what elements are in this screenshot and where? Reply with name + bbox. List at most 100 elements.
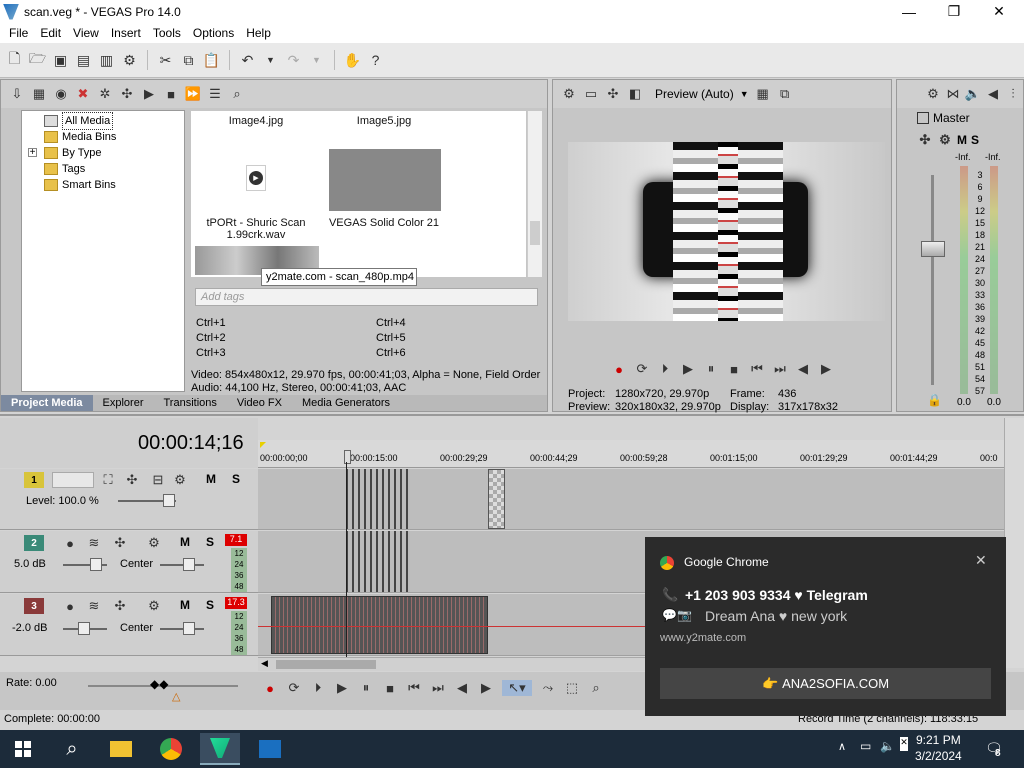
zoom-tool-icon[interactable]: ⌕ <box>588 680 604 696</box>
invert-phase-icon[interactable]: ≋ <box>86 598 102 614</box>
overlays-icon[interactable]: ◧ <box>627 86 643 102</box>
go-to-start-icon[interactable]: ⏮ <box>749 361 765 377</box>
get-media-web-icon[interactable]: ◉ <box>53 86 69 102</box>
paste-icon[interactable]: 📋 <box>203 52 220 69</box>
menu-view[interactable]: View <box>67 26 105 40</box>
chrome-notification[interactable]: Google Chrome ✕ 📞 +1 203 903 9334 ♥ Tele… <box>645 537 1006 716</box>
tab-project-media[interactable]: Project Media <box>1 395 93 411</box>
open-folder-icon[interactable]: 🗁 <box>29 50 46 69</box>
grid-icon[interactable]: ▦ <box>755 86 771 102</box>
search-icon[interactable]: ⌕ <box>229 86 245 102</box>
timeline-ruler[interactable]: 00:00:00;00 00:00:15:00 00:00:29;29 00:0… <box>258 440 1004 468</box>
network-icon[interactable]: ▭ <box>860 739 871 753</box>
show-hidden-icons-icon[interactable]: ∧ <box>838 740 846 753</box>
mixer-properties-icon[interactable]: ⚙ <box>925 86 941 102</box>
mixer-eq-icon[interactable]: ⫶ <box>1005 86 1021 102</box>
master-solo-button[interactable]: S <box>971 133 979 147</box>
menu-edit[interactable]: Edit <box>34 26 67 40</box>
track-1-lane[interactable] <box>258 469 1004 530</box>
next-frame-icon[interactable]: ▶ <box>818 361 834 377</box>
previous-frame-icon[interactable]: ◀ <box>454 680 470 696</box>
solid-color-thumbnail[interactable] <box>329 149 441 211</box>
rate-slider-handle[interactable]: ◆◆ <box>150 677 168 691</box>
chrome-taskbar-icon[interactable] <box>151 733 191 765</box>
go-to-end-icon[interactable]: ⏭ <box>772 361 788 377</box>
scroll-thumb[interactable] <box>276 660 376 669</box>
file-explorer-icon[interactable] <box>101 733 141 765</box>
tree-by-type[interactable]: By Type <box>44 145 184 161</box>
minimize-button[interactable]: — <box>886 0 932 23</box>
menu-options[interactable]: Options <box>187 26 240 40</box>
pause-icon[interactable]: ⏸ <box>703 361 719 377</box>
audio-event-clip[interactable] <box>346 531 410 592</box>
power-icon[interactable]: ✕ <box>900 737 908 751</box>
volume-icon[interactable]: 🔈 <box>880 739 895 753</box>
volume-slider-handle[interactable] <box>90 558 102 571</box>
compositing-icon[interactable]: ✣ <box>124 472 140 488</box>
master-pan-icon[interactable]: ✣ <box>917 132 933 148</box>
track-fx-icon[interactable]: ⚙ <box>146 598 162 614</box>
whats-this-help-icon[interactable]: ? <box>367 52 384 69</box>
track-pan-icon[interactable]: ✣ <box>112 535 128 551</box>
audio-waveform-clip[interactable] <box>271 596 488 654</box>
track-motion-icon[interactable]: ⛶ <box>100 472 116 488</box>
stop-icon[interactable]: ■ <box>382 680 398 696</box>
image-event-clip[interactable] <box>488 469 505 529</box>
video-event-clip[interactable] <box>346 469 410 529</box>
scroll-left-icon[interactable]: ◀ <box>261 658 268 669</box>
add-tags-input[interactable]: Add tags <box>195 288 538 306</box>
new-file-icon[interactable]: 🗋 <box>6 50 23 69</box>
normal-edit-tool-icon[interactable]: ↖▾ <box>502 680 532 696</box>
level-slider-handle[interactable] <box>163 494 175 507</box>
windows-start-icon[interactable] <box>3 733 43 765</box>
preview-quality-dropdown[interactable]: Preview (Auto) <box>655 87 734 101</box>
media-generators-icon[interactable]: ✣ <box>119 86 135 102</box>
menu-file[interactable]: File <box>3 26 34 40</box>
downmix-icon[interactable]: ◀ <box>985 86 1001 102</box>
volume-slider-handle[interactable] <box>78 622 90 635</box>
selection-tool-icon[interactable]: ⬚ <box>564 680 580 696</box>
copy-icon[interactable]: ⧉ <box>180 52 197 69</box>
track-3-solo-button[interactable]: S <box>206 598 214 612</box>
tree-smart-bins[interactable]: Smart Bins <box>44 177 184 193</box>
undo-icon[interactable]: ↶ <box>239 52 256 69</box>
views-icon[interactable]: ☰ <box>207 86 223 102</box>
thumbnail-scrollbar[interactable] <box>527 111 542 277</box>
play-from-start-icon[interactable]: ⏵ <box>310 680 326 696</box>
tab-transitions[interactable]: Transitions <box>154 395 227 411</box>
redo-icon[interactable]: ↷ <box>285 52 302 69</box>
remove-media-icon[interactable]: ✖ <box>75 86 91 102</box>
track-1-mute-button[interactable]: M <box>206 472 216 486</box>
go-to-end-icon[interactable]: ⏭ <box>430 680 446 696</box>
properties-gear-icon[interactable]: ⚙ <box>121 52 138 69</box>
menu-insert[interactable]: Insert <box>105 26 147 40</box>
menu-tools[interactable]: Tools <box>147 26 187 40</box>
copy-snapshot-icon[interactable]: ⧉ <box>777 86 793 102</box>
pause-icon[interactable]: ⏸ <box>358 680 374 696</box>
track-pan-icon[interactable]: ✣ <box>112 598 128 614</box>
play-from-start-icon[interactable]: ⏵ <box>657 361 673 377</box>
notification-close-icon[interactable]: ✕ <box>975 552 987 569</box>
master-mute-button[interactable]: M <box>957 133 967 147</box>
thumb-image5-caption[interactable]: Image5.jpg <box>319 115 449 127</box>
track-fx-icon[interactable]: ⚙ <box>172 472 188 488</box>
tab-video-fx[interactable]: Video FX <box>227 395 292 411</box>
tree-all-media[interactable]: All Media <box>44 112 184 130</box>
tree-media-bins[interactable]: Media Bins <box>44 129 184 145</box>
audio-file-icon[interactable]: ▶ <box>246 165 266 191</box>
search-icon[interactable]: ⌕ <box>52 733 92 765</box>
play-icon[interactable]: ▶ <box>680 361 696 377</box>
speaker-icon[interactable]: 🔈 <box>965 86 981 102</box>
clock-time[interactable]: 9:21 PM <box>916 733 961 747</box>
chevron-down-icon[interactable]: ▼ <box>740 89 749 99</box>
hand-tool-icon[interactable]: ✋ <box>344 52 361 69</box>
import-media-icon[interactable]: ⇩ <box>9 86 25 102</box>
save-as-icon[interactable]: ▤ <box>75 52 92 69</box>
pan-slider-handle[interactable] <box>183 622 195 635</box>
play-media-icon[interactable]: ▶ <box>141 86 157 102</box>
thumb-solid-caption[interactable]: VEGAS Solid Color 21 <box>319 217 449 229</box>
stop-icon[interactable]: ■ <box>726 361 742 377</box>
thumb-image4-caption[interactable]: Image4.jpg <box>191 115 321 127</box>
track-1-solo-button[interactable]: S <box>232 472 240 486</box>
master-fx-icon[interactable]: ⚙ <box>937 132 953 148</box>
